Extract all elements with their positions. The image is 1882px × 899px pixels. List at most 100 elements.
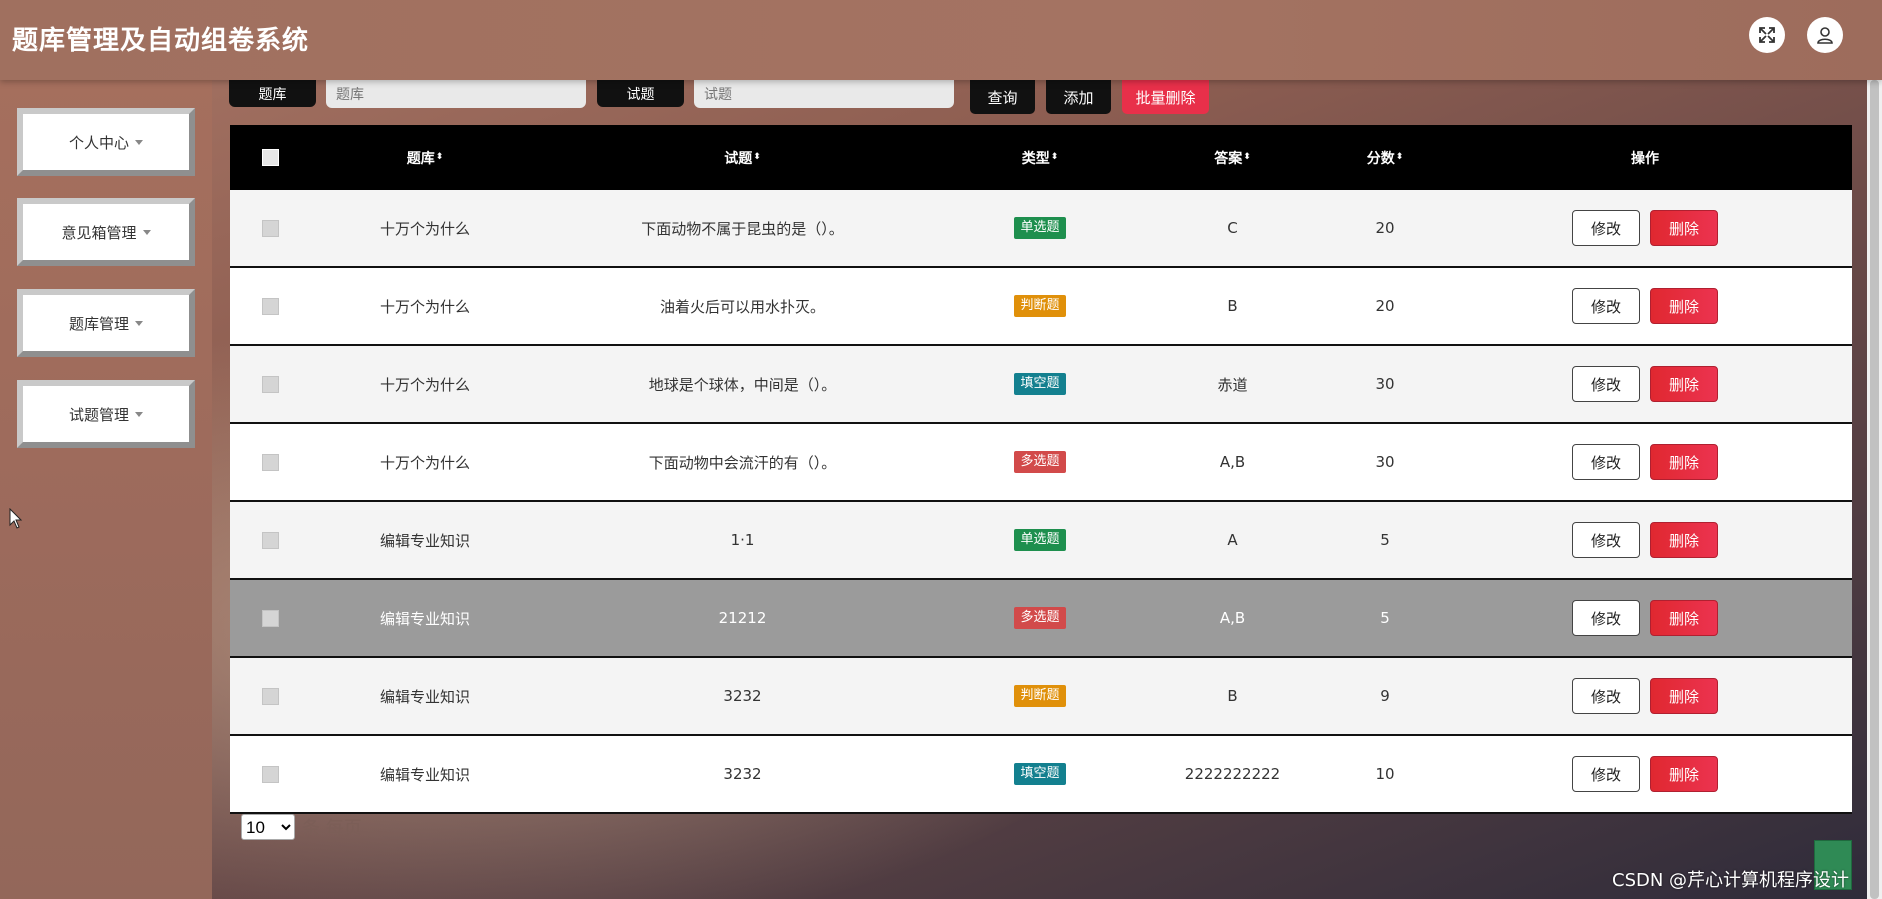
- cell-question: 3232: [723, 687, 762, 705]
- batch-delete-button[interactable]: 批量删除: [1122, 80, 1209, 114]
- bank-search-input[interactable]: [326, 80, 586, 108]
- page-scrollbar[interactable]: [1867, 80, 1882, 899]
- sidebar-item-questions[interactable]: 试题管理: [17, 380, 195, 448]
- delete-button[interactable]: 删除: [1650, 444, 1718, 480]
- delete-button[interactable]: 删除: [1650, 288, 1718, 324]
- table-row[interactable]: 十万个为什么 油着火后可以用水扑灭。 判断题 B 20 修改 删除: [230, 268, 1852, 346]
- cell-question: 地球是个球体，中间是（）。: [648, 375, 837, 394]
- sidebar-item-feedback[interactable]: 意见箱管理: [17, 198, 195, 266]
- sidebar-item-question-bank[interactable]: 题库管理: [17, 289, 195, 357]
- table-row[interactable]: 编辑专业知识 21212 多选题 A,B 5 修改 删除: [230, 580, 1852, 658]
- cell-bank: 编辑专业知识: [379, 687, 470, 706]
- cell-score: 20: [1375, 219, 1395, 237]
- row-checkbox[interactable]: [261, 531, 279, 549]
- table-row[interactable]: 十万个为什么 地球是个球体，中间是（）。 填空题 赤道 30 修改 删除: [230, 346, 1852, 424]
- row-checkbox[interactable]: [261, 375, 279, 393]
- page-size-select[interactable]: 10: [241, 814, 295, 840]
- edit-button[interactable]: 修改: [1572, 444, 1640, 480]
- sidebar-item-label: 个人中心: [68, 133, 129, 152]
- bank-filter-label: 题库: [229, 80, 316, 107]
- column-header-score[interactable]: 分数 ⬍: [1330, 125, 1440, 190]
- fullscreen-button[interactable]: [1749, 17, 1785, 53]
- type-badge: 单选题: [1014, 217, 1066, 239]
- scrollbar-thumb[interactable]: [1870, 80, 1879, 899]
- caret-down-icon: [135, 411, 143, 417]
- type-badge: 判断题: [1014, 685, 1066, 707]
- app-title: 题库管理及自动组卷系统: [12, 26, 310, 56]
- edit-button[interactable]: 修改: [1572, 600, 1640, 636]
- page-size-label: 条 每页: [302, 818, 362, 839]
- cell-bank: 十万个为什么: [379, 219, 470, 238]
- user-menu-button[interactable]: [1807, 17, 1843, 53]
- type-badge: 判断题: [1014, 295, 1066, 317]
- user-icon: [1817, 27, 1833, 44]
- column-header-bank[interactable]: 题库 ⬍: [310, 125, 540, 190]
- cell-answer: B: [1227, 687, 1238, 705]
- cell-answer: 赤道: [1217, 375, 1248, 394]
- top-header: 题库管理及自动组卷系统: [0, 0, 1882, 80]
- question-search-input[interactable]: [694, 80, 954, 108]
- column-header-type[interactable]: 类型 ⬍: [945, 125, 1135, 190]
- row-checkbox[interactable]: [261, 609, 279, 627]
- question-filter-label: 试题: [597, 80, 684, 107]
- table-header: 题库 ⬍ 试题 ⬍ 类型 ⬍ 答案 ⬍ 分数 ⬍ 操作: [230, 125, 1852, 190]
- edit-button[interactable]: 修改: [1572, 366, 1640, 402]
- table-row[interactable]: 编辑专业知识 3232 判断题 B 9 修改 删除: [230, 658, 1852, 736]
- caret-down-icon: [135, 320, 143, 326]
- row-checkbox[interactable]: [261, 687, 279, 705]
- sidebar-item-personal-center[interactable]: 个人中心: [17, 108, 195, 176]
- edit-button[interactable]: 修改: [1572, 678, 1640, 714]
- cell-score: 20: [1375, 297, 1395, 315]
- edit-button[interactable]: 修改: [1572, 522, 1640, 558]
- pagination: 10 条 每页: [241, 814, 362, 840]
- delete-button[interactable]: 删除: [1650, 600, 1718, 636]
- cell-bank: 十万个为什么: [379, 297, 470, 316]
- cell-question: 21212: [718, 609, 767, 627]
- add-button[interactable]: 添加: [1046, 80, 1111, 114]
- select-all-checkbox[interactable]: [261, 149, 279, 166]
- cell-answer: A,B: [1219, 609, 1246, 627]
- delete-button[interactable]: 删除: [1650, 522, 1718, 558]
- row-checkbox[interactable]: [261, 219, 279, 237]
- row-checkbox[interactable]: [261, 765, 279, 783]
- delete-button[interactable]: 删除: [1650, 366, 1718, 402]
- table-row[interactable]: 编辑专业知识 3232 填空题 2222222222 10 修改 删除: [230, 736, 1852, 814]
- cell-bank: 编辑专业知识: [379, 609, 470, 628]
- sort-icon: ⬍: [1395, 152, 1404, 162]
- type-badge: 填空题: [1014, 373, 1066, 395]
- cell-answer: 2222222222: [1184, 765, 1281, 783]
- column-header-answer[interactable]: 答案 ⬍: [1135, 125, 1330, 190]
- sort-icon: ⬍: [435, 152, 444, 162]
- mouse-cursor-icon: [9, 508, 23, 529]
- expand-icon: [1759, 27, 1775, 43]
- edit-button[interactable]: 修改: [1572, 756, 1640, 792]
- type-badge: 多选题: [1014, 451, 1066, 473]
- query-button[interactable]: 查询: [970, 80, 1035, 114]
- edit-button[interactable]: 修改: [1572, 288, 1640, 324]
- search-bar: 题库 试题 查询 添加 批量删除: [212, 80, 1867, 125]
- cell-score: 5: [1380, 531, 1390, 549]
- cell-question: 1·1: [730, 531, 755, 549]
- cell-answer: A,B: [1219, 453, 1246, 471]
- cell-score: 5: [1380, 609, 1390, 627]
- caret-down-icon: [135, 139, 143, 145]
- edit-button[interactable]: 修改: [1572, 210, 1640, 246]
- table-row[interactable]: 十万个为什么 下面动物中会流汗的有（）。 多选题 A,B 30 修改 删除: [230, 424, 1852, 502]
- sort-icon: ⬍: [1050, 152, 1059, 162]
- delete-button[interactable]: 删除: [1650, 756, 1718, 792]
- row-checkbox[interactable]: [261, 297, 279, 315]
- table-row[interactable]: 编辑专业知识 1·1 单选题 A 5 修改 删除: [230, 502, 1852, 580]
- cell-bank: 编辑专业知识: [379, 531, 470, 550]
- cell-question: 3232: [723, 765, 762, 783]
- row-checkbox[interactable]: [261, 453, 279, 471]
- delete-button[interactable]: 删除: [1650, 678, 1718, 714]
- table-row[interactable]: 十万个为什么 下面动物不属于昆虫的是（）。 单选题 C 20 修改 删除: [230, 190, 1852, 268]
- delete-button[interactable]: 删除: [1650, 210, 1718, 246]
- sidebar-item-label: 试题管理: [68, 405, 129, 424]
- cell-score: 30: [1375, 375, 1395, 393]
- cell-question: 油着火后可以用水扑灭。: [659, 297, 825, 316]
- cell-question: 下面动物不属于昆虫的是（）。: [641, 219, 844, 238]
- cell-bank: 十万个为什么: [379, 453, 470, 472]
- cell-score: 30: [1375, 453, 1395, 471]
- column-header-question[interactable]: 试题 ⬍: [540, 125, 945, 190]
